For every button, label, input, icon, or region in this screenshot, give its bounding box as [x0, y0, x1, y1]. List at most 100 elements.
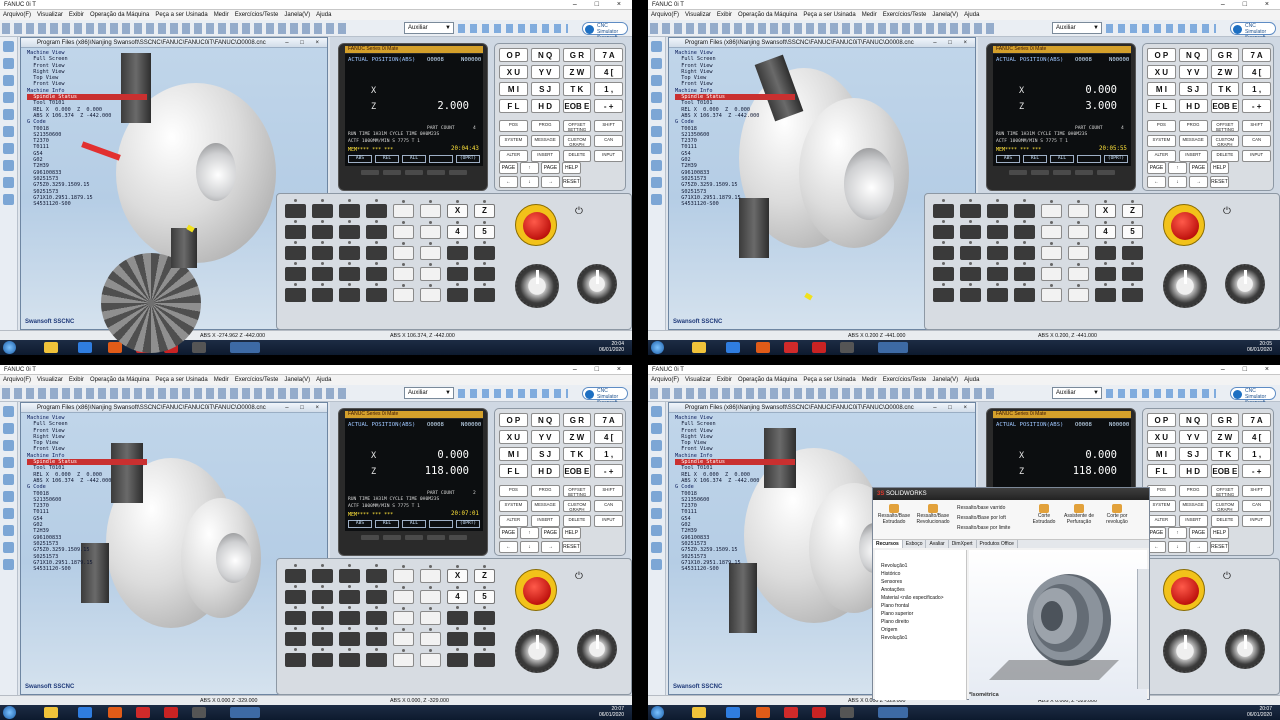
- tree-item[interactable]: S4531120-S00: [27, 201, 147, 207]
- address-key[interactable]: EOB E: [562, 99, 592, 113]
- cursor-key[interactable]: ↑: [1168, 527, 1187, 539]
- operator-key[interactable]: X: [1095, 200, 1116, 218]
- toolbar-icons-2[interactable]: [1106, 24, 1216, 33]
- toolbar-icons[interactable]: [2, 23, 347, 34]
- soft-key[interactable]: ABS: [348, 155, 372, 163]
- operator-key[interactable]: [1068, 221, 1089, 239]
- address-key[interactable]: N Q: [1178, 48, 1208, 62]
- address-key[interactable]: F L: [1147, 464, 1176, 478]
- cursor-key[interactable]: →: [541, 541, 560, 553]
- function-key[interactable]: POS: [499, 120, 528, 132]
- operator-key[interactable]: [393, 565, 414, 583]
- softkey[interactable]: [405, 535, 423, 540]
- address-key[interactable]: M I: [1147, 82, 1176, 96]
- address-key[interactable]: F L: [1147, 99, 1176, 113]
- cursor-key[interactable]: ↓: [520, 176, 539, 188]
- operator-key[interactable]: [1068, 200, 1089, 218]
- address-key[interactable]: 7 A: [594, 413, 623, 427]
- address-key[interactable]: Z W: [562, 65, 592, 79]
- ribbon-revolve-boss[interactable]: Ressalto/Base Revolucionado: [913, 504, 953, 525]
- function-key[interactable]: INSERT: [530, 150, 560, 162]
- operator-key[interactable]: [1014, 262, 1035, 281]
- feature-tree-item[interactable]: Sensores: [881, 578, 966, 586]
- function-key[interactable]: POS: [499, 485, 528, 497]
- menu-item[interactable]: Peça a ser Usinada: [155, 377, 207, 383]
- address-key[interactable]: Y V: [530, 430, 560, 444]
- operator-key[interactable]: [339, 220, 360, 239]
- power-switch-icon[interactable]: ⏻: [1219, 571, 1235, 603]
- menu-item[interactable]: Ajuda: [316, 377, 331, 383]
- function-key[interactable]: INPUT: [594, 515, 623, 527]
- cursor-key[interactable]: HELP: [562, 527, 581, 539]
- menu-item[interactable]: Ajuda: [964, 12, 979, 18]
- cursor-key[interactable]: PAGE: [541, 162, 560, 174]
- toolbar-icons[interactable]: [650, 388, 995, 399]
- explorer-icon[interactable]: [44, 707, 58, 718]
- media-icon[interactable]: [840, 342, 854, 353]
- address-key[interactable]: - +: [594, 464, 623, 478]
- address-key[interactable]: M I: [1147, 447, 1176, 461]
- window-controls[interactable]: – □ ×: [1221, 0, 1277, 10]
- operator-key[interactable]: [474, 241, 495, 260]
- address-key[interactable]: T K: [562, 82, 592, 96]
- operator-key[interactable]: [987, 283, 1008, 302]
- tool-icon[interactable]: [3, 525, 14, 536]
- window-controls[interactable]: – □ ×: [573, 365, 629, 375]
- function-key[interactable]: MESSAGE: [530, 500, 560, 512]
- cursor-key[interactable]: HELP: [1210, 162, 1229, 174]
- function-key[interactable]: SYSTEM: [1147, 500, 1176, 512]
- function-key[interactable]: INSERT: [1178, 150, 1208, 162]
- solidworks-window[interactable]: 3S SOLIDWORKS Ressalto/Base Extrudado Re…: [872, 487, 1150, 700]
- tool-icon[interactable]: [3, 92, 14, 103]
- tool-icon[interactable]: [3, 58, 14, 69]
- address-key[interactable]: H D: [1178, 464, 1208, 478]
- menu-item[interactable]: Arquivo(F): [651, 12, 679, 18]
- power-switch-icon[interactable]: ⏻: [1219, 206, 1235, 238]
- operator-key[interactable]: [366, 220, 387, 239]
- function-key[interactable]: PROG: [1178, 485, 1208, 497]
- function-key[interactable]: MESSAGE: [1178, 500, 1208, 512]
- soft-key[interactable]: ABS: [348, 520, 372, 528]
- function-key[interactable]: SHIFT: [1242, 485, 1271, 497]
- toolbar-icons-2[interactable]: [1106, 389, 1216, 398]
- operator-key[interactable]: [987, 220, 1008, 239]
- cnc-task-button[interactable]: [878, 707, 908, 718]
- menu-item[interactable]: Visualizar: [685, 12, 711, 18]
- operator-key[interactable]: [420, 200, 441, 218]
- soft-key[interactable]: (OPRT): [1104, 155, 1128, 163]
- cursor-key[interactable]: →: [541, 176, 560, 188]
- function-key[interactable]: OFFSET SETTING: [1210, 485, 1240, 497]
- feed-override-knob[interactable]: [1163, 264, 1207, 308]
- function-key[interactable]: POS: [1147, 120, 1176, 132]
- address-key[interactable]: M I: [499, 447, 528, 461]
- tree-item[interactable]: S4531120-S00: [675, 201, 795, 207]
- menu-item[interactable]: Janela(V): [932, 12, 958, 18]
- function-key[interactable]: MESSAGE: [1178, 135, 1208, 147]
- opera-icon[interactable]: [784, 342, 798, 353]
- menu-item[interactable]: Arquivo(F): [3, 377, 31, 383]
- address-key[interactable]: S J: [1178, 82, 1208, 96]
- softkey[interactable]: [383, 170, 401, 175]
- operator-key[interactable]: [393, 242, 414, 260]
- tool-icon[interactable]: [3, 491, 14, 502]
- function-key[interactable]: INPUT: [1242, 515, 1271, 527]
- explorer-icon[interactable]: [692, 707, 706, 718]
- operator-key[interactable]: X: [447, 200, 468, 218]
- tree-item[interactable]: S4531120-S00: [675, 566, 795, 572]
- operator-key[interactable]: [420, 221, 441, 239]
- address-key[interactable]: S J: [530, 447, 560, 461]
- menu-item[interactable]: Exibir: [69, 377, 84, 383]
- function-key[interactable]: DELETE: [1210, 515, 1240, 527]
- operator-key[interactable]: [1068, 263, 1089, 281]
- tool-icon[interactable]: [3, 474, 14, 485]
- operator-key[interactable]: [1041, 200, 1062, 218]
- address-key[interactable]: T K: [1210, 447, 1240, 461]
- tool-icon[interactable]: [3, 160, 14, 171]
- menu-item[interactable]: Exercícios/Teste: [883, 12, 927, 18]
- operator-key[interactable]: [366, 199, 387, 218]
- feed-override-knob[interactable]: [515, 264, 559, 308]
- operator-key[interactable]: [420, 284, 441, 302]
- operator-key[interactable]: [339, 199, 360, 218]
- menu-item[interactable]: Operação da Máquina: [738, 12, 797, 18]
- address-key[interactable]: S J: [1178, 447, 1208, 461]
